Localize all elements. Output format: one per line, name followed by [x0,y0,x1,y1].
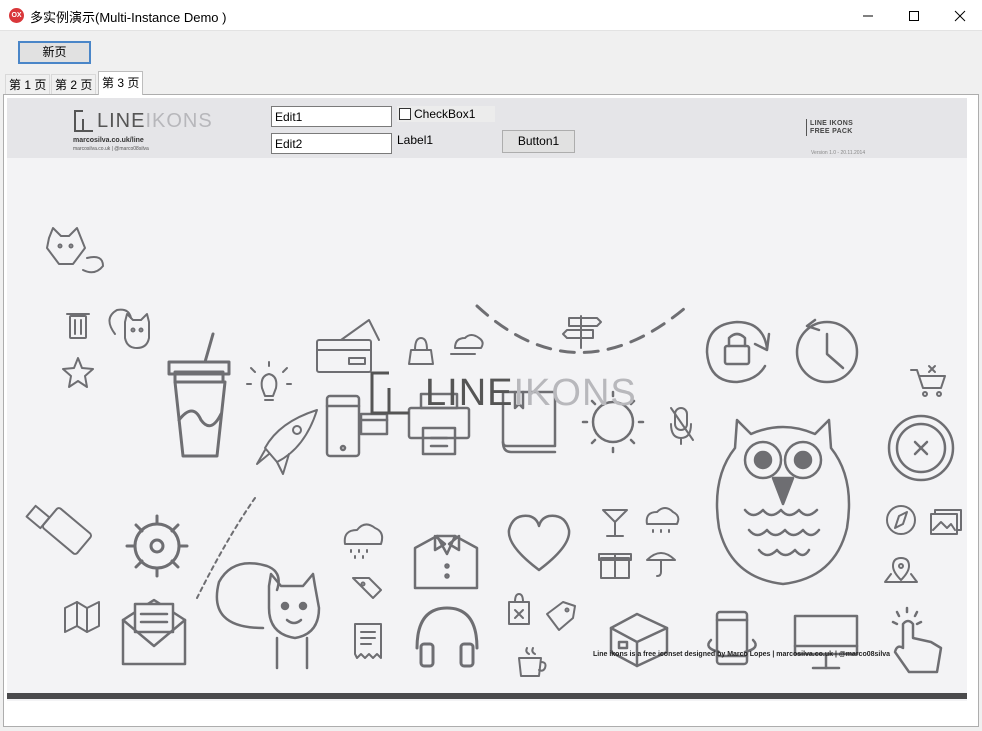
header-pack-subtitle: FREE PACK [810,128,853,135]
gift-icon [598,553,632,579]
handbag-icon [408,337,434,365]
minimize-icon [863,15,873,17]
checkbox1-box[interactable] [399,108,411,120]
fox-icon [46,227,104,274]
center-logo-light: IKONS [513,372,637,414]
tags-icon [352,577,382,599]
close-icon [954,10,966,22]
header-url: marcosilva.co.uk/line [73,137,144,144]
mail-icon [121,598,187,666]
line-ikons-logo-icon [74,110,93,132]
button1[interactable]: Button1 [502,130,575,153]
edit1-input[interactable] [271,106,392,127]
signpost-icon [562,315,602,349]
tab-content-panel: LINEIKONS marcosilva.co.uk/line marcosil… [3,94,979,727]
app-icon: OX [9,8,24,23]
hand-pointer-icon [891,606,943,674]
location-pin-icon [884,557,918,583]
circle-close-icon [887,414,955,482]
mic-off-icon [670,407,694,445]
checkbox1-label: CheckBox1 [414,107,476,121]
minimize-button[interactable] [845,0,891,31]
close-button[interactable] [937,0,982,31]
window-title: 多实例演示(Multi-Instance Demo ) [30,10,227,25]
star-icon [62,357,94,388]
heart-icon [507,514,571,572]
squirrel-icon [215,562,321,670]
cloud-wind-icon [450,334,484,355]
cloud-rain-icon [343,523,384,559]
cloud-snow-icon [645,507,680,533]
squirrel-small-icon [108,308,150,349]
coffee-cup-icon [518,647,547,677]
header-url-small: marcosilva.co.uk | @marco08silva [73,146,149,152]
lock-refresh-icon [705,320,771,384]
credit-text: Line ikons is a free iconset designed by… [593,651,891,658]
title-bar: OX 多实例演示(Multi-Instance Demo ) [0,0,982,31]
header-pack-title: LINE IKONS [810,120,854,127]
center-logo-dark: LINE [425,372,514,414]
drink-cup-icon [167,332,231,458]
images-icon [930,509,962,535]
umbrella-icon [646,552,676,577]
tuxedo-icon [413,534,479,590]
checkbox1[interactable]: CheckBox1 [397,106,495,122]
gear-icon [125,514,189,578]
clock-history-icon [795,318,859,384]
light-bulb-icon [246,361,292,401]
center-logo-icon [370,371,409,415]
rocket-icon [196,409,318,599]
tab-page-3[interactable]: 第 3 页 [98,71,144,95]
new-page-button[interactable]: 新页 [18,41,91,64]
background-image: LINEIKONS marcosilva.co.uk/line marcosil… [7,98,967,701]
owl-icon [715,418,851,586]
map-icon [64,601,100,633]
icon-artwork [25,227,962,677]
header-divider [806,119,807,136]
trash-icon [66,313,90,339]
center-logo-text: LINEIKONS [425,372,637,415]
maximize-button[interactable] [891,0,937,31]
header-logo-dark: LINE [97,110,146,132]
usb-drive-icon [25,504,92,555]
wallet-card-icon [316,319,380,373]
label1: Label1 [397,133,434,147]
header-logo-light: IKONS [145,110,213,132]
shopping-cart-icon [910,365,946,397]
shopping-bag-icon [508,593,530,625]
package-box-icon [609,612,669,668]
version-text: Version 1.0 - 20.11.2014 [811,150,866,156]
tab-page-2[interactable]: 第 2 页 [51,74,97,94]
compass-icon [886,505,916,535]
price-tag-icon [546,601,576,631]
monitor-icon [793,614,859,670]
headphones-icon [415,606,479,668]
cocktail-icon [602,509,628,537]
receipt-icon [354,623,382,659]
header-logo-text: LINEIKONS [97,110,213,133]
footer-bar [7,693,967,699]
edit2-input[interactable] [271,133,392,154]
tab-page-1[interactable]: 第 1 页 [5,74,51,94]
maximize-icon [909,11,919,21]
